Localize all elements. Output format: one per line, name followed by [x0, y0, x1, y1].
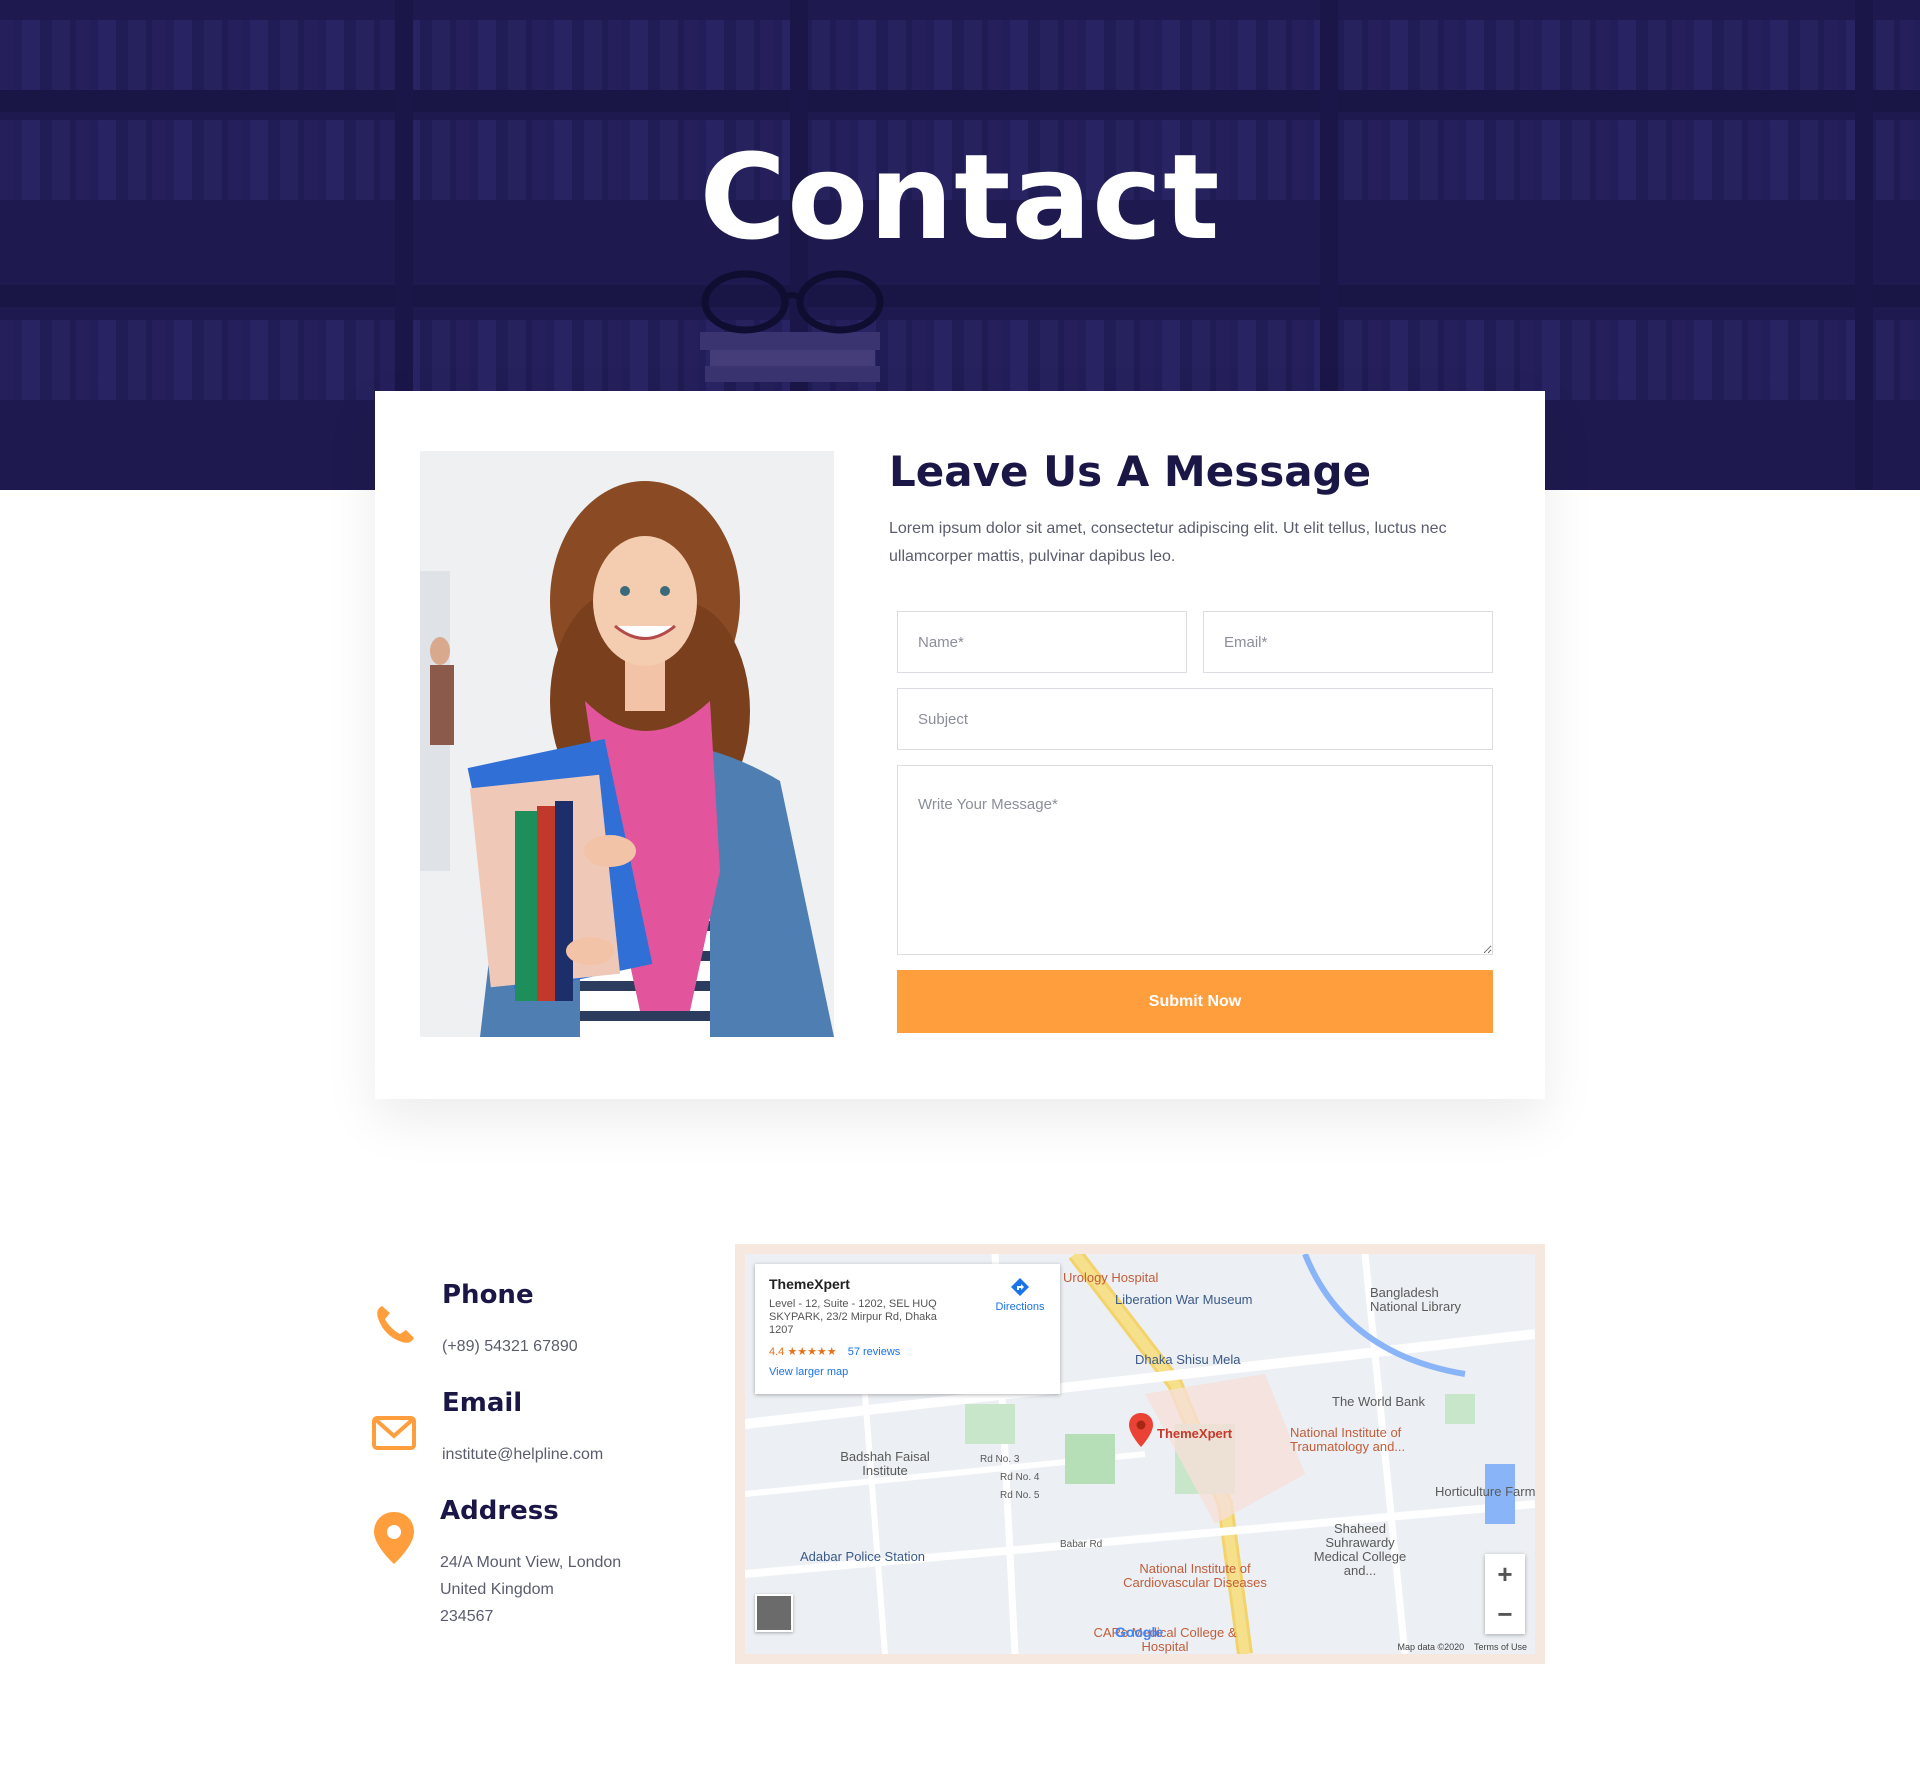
map-label-care: CARe Medical College & Hospital: [1093, 1625, 1237, 1654]
satellite-toggle[interactable]: [755, 1594, 793, 1632]
map-label-traumatology: National Institute of Traumatology and..…: [1290, 1425, 1406, 1454]
map-label-suhrawardy: Shaheed Suhrawardy Medical College and..…: [1313, 1521, 1407, 1578]
zoom-out-button[interactable]: −: [1485, 1594, 1525, 1634]
name-field[interactable]: [897, 611, 1187, 673]
view-larger-map-link[interactable]: View larger map: [769, 1366, 1046, 1378]
student-photo: [420, 451, 834, 1037]
location-pin-icon: [374, 1512, 414, 1564]
map-label-urology: Urology Hospital: [1063, 1270, 1159, 1285]
map-embed[interactable]: Urology Hospital Liberation War Museum B…: [735, 1244, 1545, 1664]
email-value: institute@helpline.com: [442, 1446, 604, 1463]
map-marker-icon[interactable]: [1128, 1412, 1154, 1448]
zoom-in-button[interactable]: +: [1485, 1554, 1525, 1594]
terms-link[interactable]: Terms of Use: [1474, 1642, 1527, 1652]
map-label-rd5: Rd No. 5: [1000, 1490, 1040, 1501]
map-label-rd4: Rd No. 4: [1000, 1472, 1040, 1483]
map-rating-row: 4.4 ★★★★★ 57 reviews: [769, 1345, 1046, 1358]
map-label-horticulture: Horticulture Farm: [1435, 1484, 1535, 1499]
directions-button[interactable]: Directions: [985, 1276, 1055, 1313]
map-label-cardio: National Institute of Cardiovascular Dis…: [1123, 1561, 1267, 1590]
glasses-and-books-image: [700, 270, 884, 382]
envelope-icon: [372, 1416, 416, 1450]
map-data-text: Map data ©2020: [1397, 1642, 1465, 1652]
map-label-badshah: Badshah Faisal Institute: [840, 1449, 930, 1478]
map-place-card: ThemeXpert Level - 12, Suite - 1202, SEL…: [755, 1264, 1060, 1394]
map-label-worldbank: The World Bank: [1332, 1394, 1425, 1409]
map-footer: Map data ©2020 Terms of Use: [1397, 1642, 1527, 1652]
map-marker-label: ThemeXpert: [1157, 1426, 1233, 1441]
message-card: Leave Us A Message Lorem ipsum dolor sit…: [375, 391, 1545, 1099]
message-field[interactable]: [897, 765, 1493, 955]
submit-button[interactable]: Submit Now: [897, 970, 1493, 1033]
directions-icon: [1011, 1278, 1029, 1296]
google-logo: Google: [1115, 1624, 1164, 1640]
map-canvas[interactable]: Urology Hospital Liberation War Museum B…: [745, 1254, 1535, 1654]
email-field[interactable]: [1203, 611, 1493, 673]
form-description: Lorem ipsum dolor sit amet, consectetur …: [889, 520, 1447, 565]
map-label-babar: Babar Rd: [1060, 1539, 1103, 1550]
address-title: Address: [440, 1496, 559, 1526]
map-zoom-controls: + −: [1485, 1554, 1525, 1634]
map-label-library: Bangladesh National Library: [1370, 1285, 1462, 1314]
phone-icon: [377, 1306, 414, 1343]
map-label-shisu: Dhaka Shisu Mela: [1135, 1352, 1241, 1367]
page-title: Contact: [699, 128, 1221, 266]
map-label-adabar: Adabar Police Station: [800, 1549, 926, 1564]
map-rating: 4.4 ★★★★★: [769, 1346, 837, 1358]
map-place-address: Level - 12, Suite - 1202, SEL HUQ SKYPAR…: [769, 1298, 937, 1336]
address-line-3: 234567: [440, 1608, 494, 1625]
address-line-2: United Kingdom: [440, 1581, 554, 1598]
email-title: Email: [442, 1388, 523, 1418]
map-label-rd3: Rd No. 3: [980, 1454, 1020, 1465]
address-line-1: 24/A Mount View, London: [440, 1554, 622, 1571]
map-reviews-link[interactable]: 57 reviews: [848, 1346, 901, 1358]
phone-title: Phone: [442, 1280, 534, 1310]
student-illustration: [420, 451, 834, 1037]
directions-label: Directions: [995, 1301, 1045, 1313]
phone-value: (+89) 54321 67890: [442, 1338, 578, 1355]
map-label-liberation: Liberation War Museum: [1115, 1292, 1253, 1307]
subject-field[interactable]: [897, 688, 1493, 750]
form-heading: Leave Us A Message: [889, 447, 1372, 496]
